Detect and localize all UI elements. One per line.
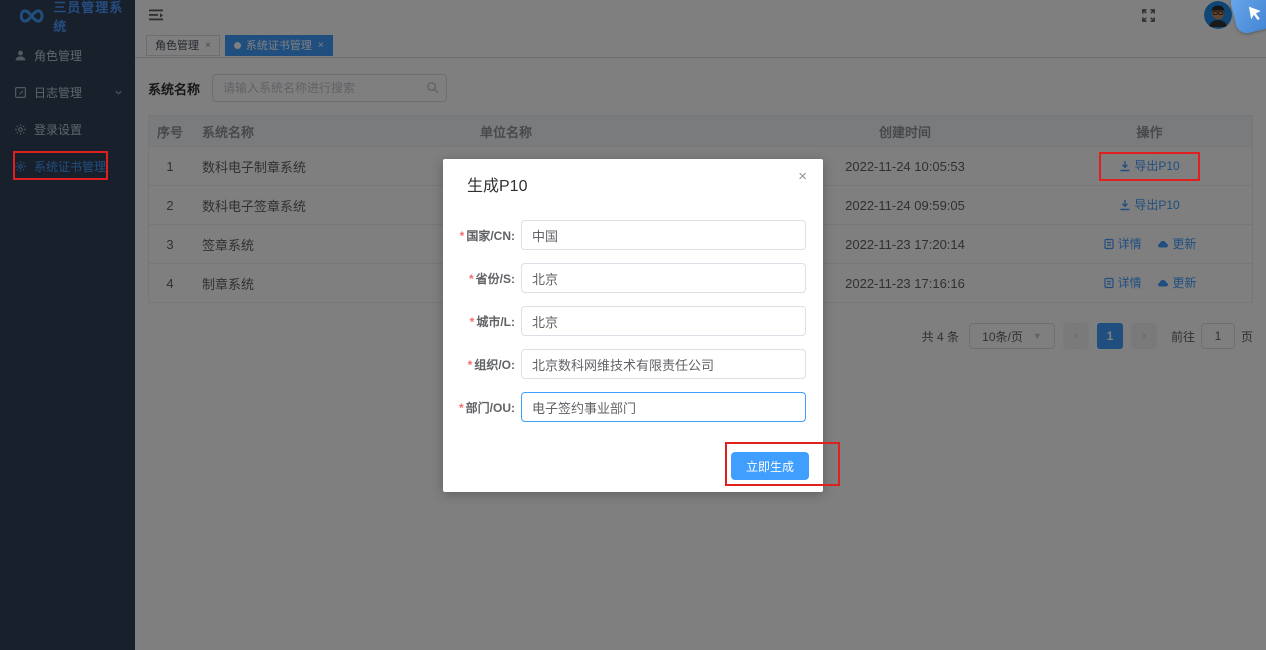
form-row-province: * 省份/S: [443, 263, 823, 293]
dialog-header: 生成P10 × [443, 159, 823, 196]
country-cn-field[interactable] [521, 220, 806, 250]
close-icon[interactable]: × [798, 169, 807, 184]
app-window: 三员管理系统 角色管理 日志管理 [0, 0, 1266, 650]
required-asterisk: * [459, 228, 465, 243]
form-row-department: * 部门/OU: [443, 392, 823, 422]
department-ou-field[interactable] [521, 392, 806, 422]
required-asterisk: * [467, 357, 473, 372]
required-asterisk: * [458, 400, 464, 415]
field-label: * 部门/OU: [458, 400, 515, 415]
generate-now-button[interactable]: 立即生成 [730, 452, 809, 480]
form-row-city: * 城市/L: [443, 306, 823, 336]
field-label: * 国家/CN: [459, 228, 515, 243]
form-row-organization: * 组织/O: [443, 349, 823, 379]
field-label: * 组织/O: [467, 357, 515, 372]
dialog-footer: 立即生成 [730, 452, 809, 480]
dialog-title: 生成P10 [467, 178, 528, 195]
required-asterisk: * [468, 271, 474, 286]
form-row-country: * 国家/CN: [443, 220, 823, 250]
required-asterisk: * [469, 314, 475, 329]
province-s-field[interactable] [521, 263, 806, 293]
field-label: * 省份/S: [468, 271, 515, 286]
city-l-field[interactable] [521, 306, 806, 336]
organization-o-field[interactable] [521, 349, 806, 379]
dialog-body: *国家/CN: *省份/S: *城市/L: *组织/O: *部门/OU: [443, 196, 823, 422]
field-label: * 城市/L: [469, 314, 515, 329]
generate-p10-dialog: 生成P10 × *国家/CN: *省份/S: *城市/L: *组织/O: *部门… [443, 159, 823, 492]
